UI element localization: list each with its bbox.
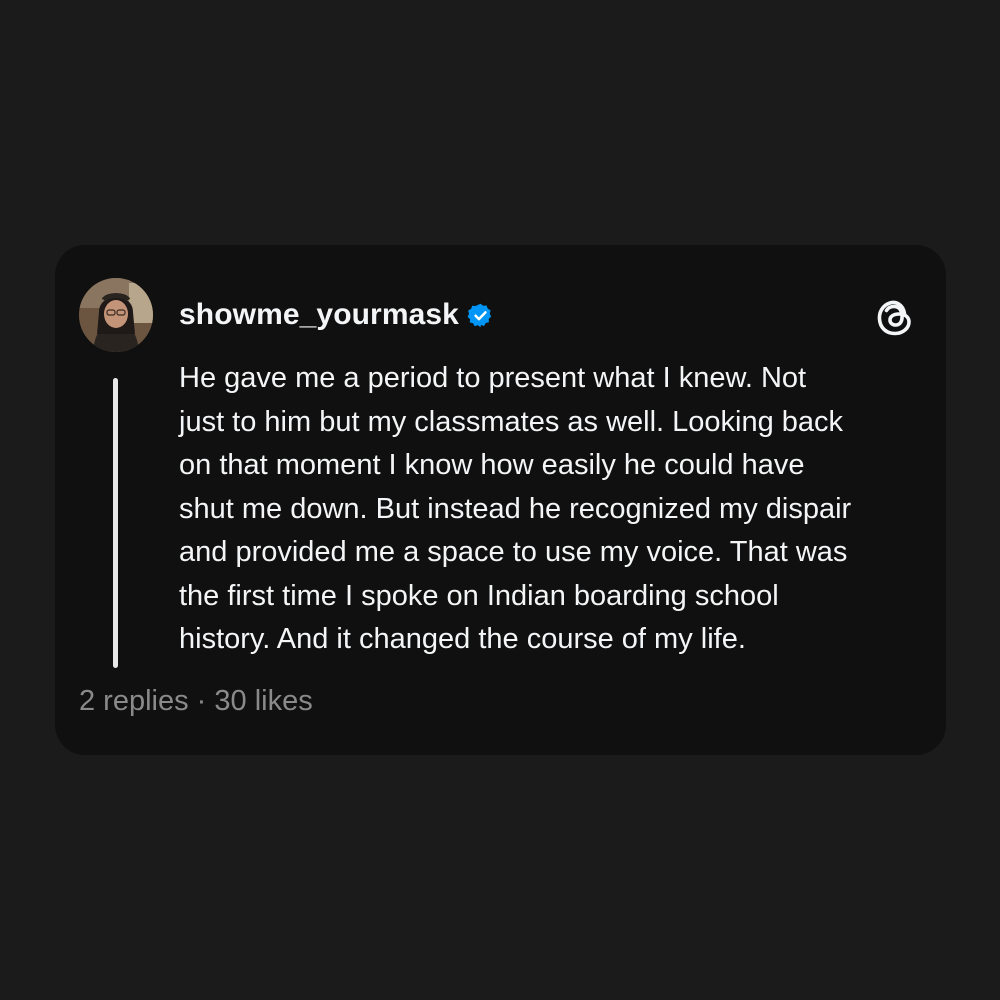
- thread-line: [113, 378, 118, 668]
- username[interactable]: showme_yourmask: [179, 298, 459, 332]
- avatar-image: [79, 278, 153, 352]
- post-header: showme_yourmask: [179, 295, 494, 335]
- threads-logo-icon[interactable]: [873, 295, 917, 339]
- post-body: He gave me a period to present what I kn…: [179, 362, 852, 655]
- avatar[interactable]: [79, 278, 153, 352]
- post-card[interactable]: showme_yourmask He gave me a period to p…: [55, 245, 946, 755]
- verified-badge-icon: [467, 302, 494, 329]
- post-stats[interactable]: 2 replies · 30 likes: [79, 685, 313, 718]
